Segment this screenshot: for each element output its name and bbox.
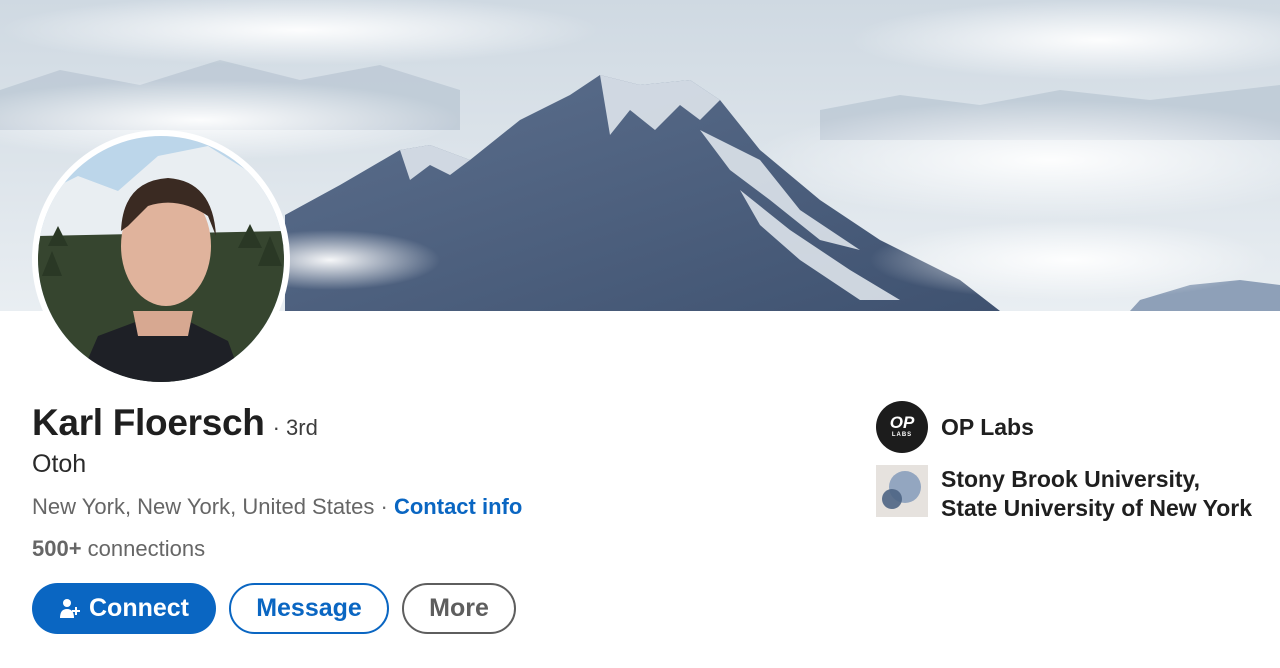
location-row: New York, New York, United States · Cont…: [32, 494, 522, 520]
add-person-icon: [59, 598, 81, 620]
org-stony-brook[interactable]: Stony Brook University, State University…: [876, 465, 1261, 523]
org-name: OP Labs: [941, 413, 1034, 440]
name-row: Karl Floersch · 3rd: [32, 402, 318, 444]
profile-headline: Otoh: [32, 450, 87, 478]
connect-button[interactable]: Connect: [32, 583, 216, 634]
message-button[interactable]: Message: [229, 583, 389, 634]
profile-photo-image: [38, 136, 284, 382]
org-name: Stony Brook University, State University…: [941, 466, 1253, 521]
connection-degree: · 3rd: [272, 415, 318, 440]
op-labs-logo-icon: OP LABS: [876, 401, 928, 453]
university-logo-icon: [876, 465, 928, 517]
more-button[interactable]: More: [402, 583, 516, 634]
connections-count[interactable]: 500+ connections: [32, 536, 205, 562]
profile-photo[interactable]: [32, 130, 290, 388]
more-label: More: [429, 594, 489, 622]
connections-label: connections: [81, 536, 206, 561]
profile-name: Karl Floersch: [32, 402, 265, 443]
profile-location: New York, New York, United States: [32, 494, 375, 519]
separator: ·: [374, 494, 394, 519]
message-label: Message: [256, 594, 362, 622]
connections-number: 500+: [32, 536, 82, 561]
org-op-labs[interactable]: OP LABS OP Labs: [876, 401, 1034, 453]
contact-info-link[interactable]: Contact info: [394, 494, 522, 519]
connect-label: Connect: [89, 594, 189, 622]
